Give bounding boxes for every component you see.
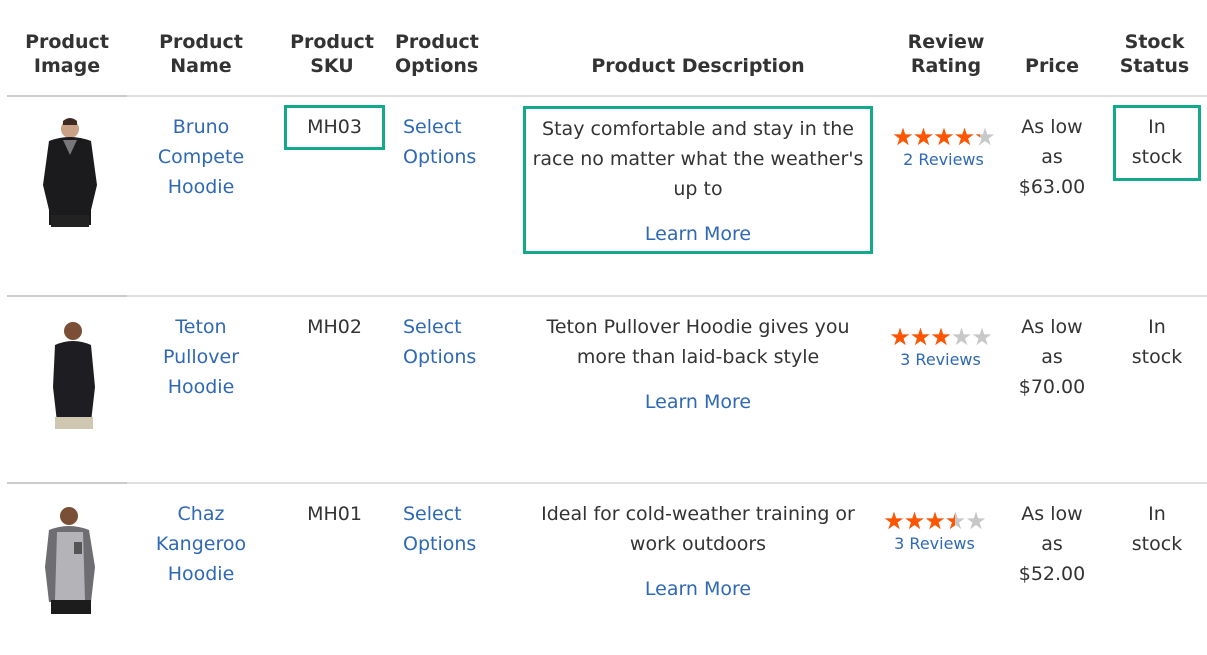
header-product-image: Product Image	[25, 31, 109, 77]
star-rating-icon: ★★★★★ ★★★★★	[883, 507, 987, 535]
table-row: Bruno Compete Hoodie MH03 Select Options…	[7, 95, 1207, 295]
star-rating-icon: ★★★★★ ★★★★★	[892, 123, 996, 151]
product-name-link[interactable]: Chaz Kangeroo Hoodie	[141, 499, 261, 589]
header-price: Price	[1025, 55, 1079, 77]
product-price: As low as $52.00	[1018, 503, 1086, 585]
product-comparison-table: Product Image Product Name Product SKU P…	[7, 0, 1207, 614]
review-rating: ★★★★★ ★★★★★ 3 Reviews	[883, 325, 998, 371]
product-name-link[interactable]: Bruno Compete Hoodie	[141, 112, 261, 202]
row-divider	[7, 482, 1207, 484]
header-review-rating: Review Rating	[907, 31, 985, 77]
row-divider	[7, 295, 1207, 297]
product-price: As low as $63.00	[1018, 116, 1086, 198]
product-name-link[interactable]: Teton Pullover Hoodie	[141, 312, 261, 402]
product-image[interactable]	[29, 317, 119, 432]
star-rating-icon: ★★★★★ ★★★★★	[889, 323, 993, 351]
learn-more-link[interactable]: Learn More	[526, 219, 870, 249]
product-sku: MH03	[284, 105, 385, 150]
reviews-link[interactable]: 3 Reviews	[883, 349, 998, 371]
reviews-link[interactable]: 3 Reviews	[877, 533, 992, 555]
reviews-link[interactable]: 2 Reviews	[886, 149, 1001, 171]
product-sku: MH01	[307, 503, 362, 525]
row-divider-accent	[7, 95, 127, 97]
review-rating: ★★★★★ ★★★★★ 3 Reviews	[877, 509, 992, 555]
row-divider	[7, 95, 1207, 97]
select-options-link[interactable]: Select Options	[403, 499, 493, 559]
product-description: Ideal for cold-weather training or work …	[523, 499, 873, 604]
table-row: Chaz Kangeroo Hoodie MH01 Select Options…	[7, 482, 1207, 655]
product-description: Teton Pullover Hoodie gives you more tha…	[523, 312, 873, 417]
stock-status: In stock	[1113, 105, 1201, 181]
product-sku: MH02	[307, 316, 362, 338]
row-divider-accent	[7, 482, 127, 484]
review-rating: ★★★★★ ★★★★★ 2 Reviews	[886, 125, 1001, 171]
table-row: Teton Pullover Hoodie MH02 Select Option…	[7, 295, 1207, 483]
product-image[interactable]	[25, 115, 115, 230]
stock-status: In stock	[1131, 316, 1183, 368]
product-image[interactable]	[27, 502, 117, 617]
stock-status: In stock	[1131, 503, 1183, 555]
header-stock-status: Stock Status	[1119, 31, 1190, 77]
header-product-sku: Product SKU	[290, 31, 374, 77]
header-product-description: Product Description	[591, 55, 805, 77]
table-header: Product Image Product Name Product SKU P…	[7, 0, 1207, 96]
select-options-link[interactable]: Select Options	[403, 112, 493, 172]
header-product-options: Product Options	[395, 31, 479, 77]
select-options-link[interactable]: Select Options	[403, 312, 493, 372]
product-description: Stay comfortable and stay in the race no…	[523, 106, 873, 254]
learn-more-link[interactable]: Learn More	[523, 574, 873, 604]
header-product-name: Product Name	[159, 31, 243, 77]
row-divider-accent	[7, 295, 127, 297]
learn-more-link[interactable]: Learn More	[523, 387, 873, 417]
product-price: As low as $70.00	[1018, 316, 1086, 398]
